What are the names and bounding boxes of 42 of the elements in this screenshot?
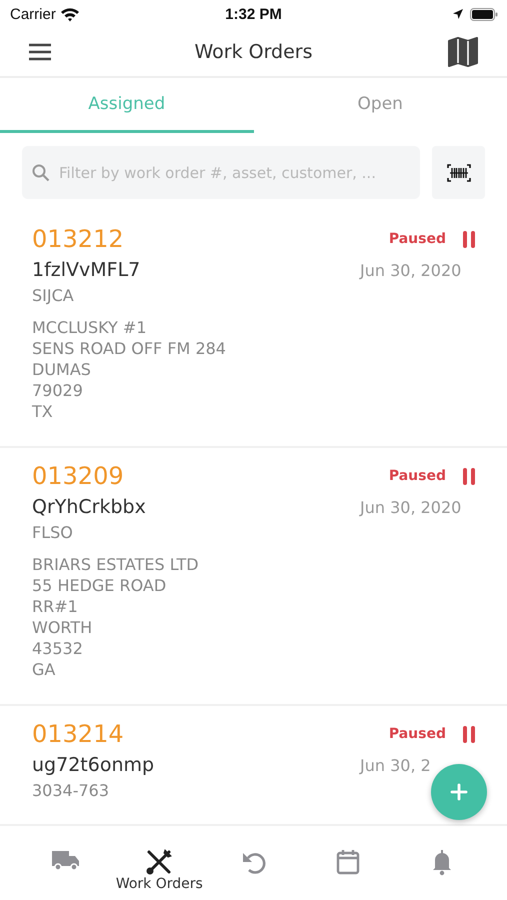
asset-name: ug72t6onmp — [32, 754, 154, 776]
address-line: BRIARS ESTATES LTD — [32, 554, 199, 575]
status-label: Paused — [388, 231, 446, 247]
address-line: WORTH — [32, 617, 92, 638]
address-line: 79029 — [32, 380, 83, 401]
page-title: Work Orders — [193, 41, 314, 63]
address-line: TX — [32, 401, 53, 422]
customer-name: SIJCA — [32, 286, 74, 305]
customer-name: 3034-763 — [32, 781, 110, 800]
address-line: RR#1 — [32, 596, 78, 617]
carrier-name: Carrier — [10, 6, 56, 22]
work-order-number[interactable]: 013214 — [32, 720, 124, 748]
address-line: 55 HEDGE ROAD — [32, 575, 166, 596]
address-line: 43532 — [32, 638, 83, 659]
address-line: MCCLUSKY #1 — [32, 317, 146, 338]
customer-name: FLSO — [32, 523, 73, 542]
asset-name: QrYhCrkbbx — [32, 496, 146, 518]
work-order-number[interactable]: 013209 — [32, 462, 124, 490]
map-icon[interactable] — [447, 36, 479, 68]
wifi-icon — [60, 6, 80, 22]
barcode-icon — [446, 164, 470, 182]
tab-bar-item[interactable]: Work Orders — [112, 842, 206, 900]
clock-time: 1:32 PM — [224, 6, 283, 22]
add-button[interactable] — [431, 764, 487, 820]
order-date: Jun 30, 2020 — [360, 498, 462, 516]
address-line: SENS ROAD OFF FM 284 — [32, 338, 226, 359]
work-order-number[interactable]: 013212 — [32, 225, 124, 253]
menu-icon[interactable] — [28, 43, 52, 61]
plus-icon — [450, 783, 468, 801]
search-icon — [32, 164, 50, 182]
address-line: GA — [32, 659, 56, 680]
wrench-screwdriver-icon — [145, 848, 174, 876]
order-date: Jun 30, 2 — [360, 756, 432, 774]
order-date: Jun 30, 2020 — [360, 260, 462, 280]
status-label: Paused — [388, 726, 446, 742]
battery-icon — [470, 8, 498, 20]
barcode-scan-button[interactable] — [432, 146, 485, 199]
status-label: Paused — [388, 468, 446, 484]
location-arrow-icon — [452, 8, 464, 20]
search-field[interactable]: Filter by work order #, asset, customer, ... — [22, 146, 420, 199]
asset-name: 1fzlVvMFL7 — [32, 259, 140, 281]
address-line: DUMAS — [32, 359, 91, 380]
